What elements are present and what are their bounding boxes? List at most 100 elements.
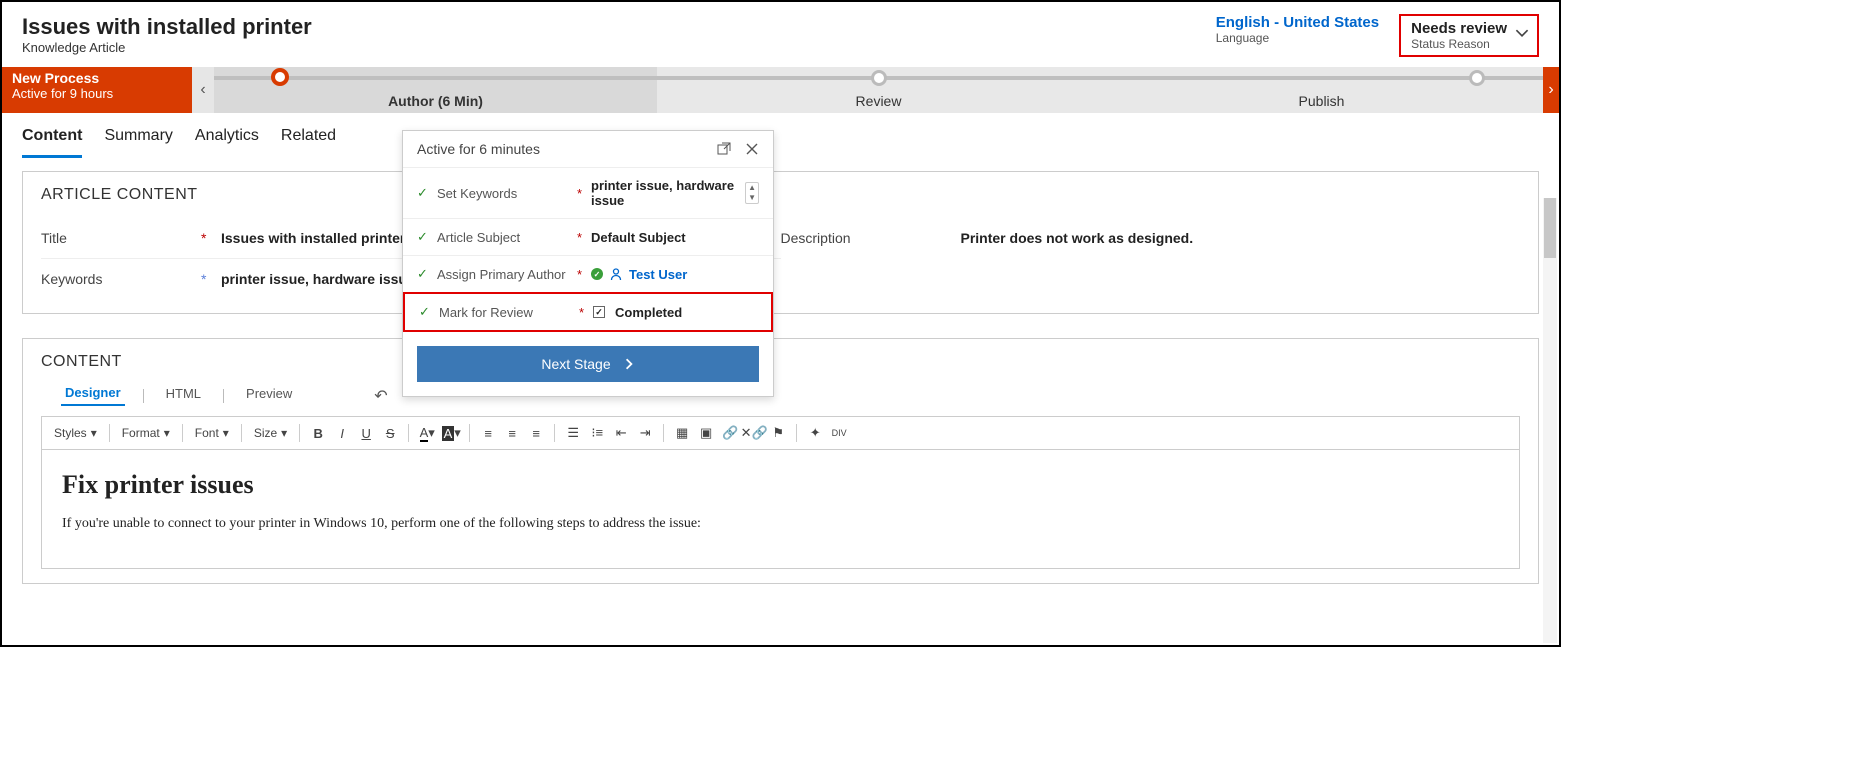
caret-down-icon: ▾ xyxy=(223,426,229,440)
content-section-heading: CONTENT xyxy=(41,353,1520,371)
title-value[interactable]: Issues with installed printer xyxy=(221,230,405,246)
language-field[interactable]: English - United States Language xyxy=(1216,14,1379,45)
subtab-preview[interactable]: Preview xyxy=(242,386,296,405)
underline-button[interactable]: U xyxy=(356,423,376,443)
tab-content[interactable]: Content xyxy=(22,123,82,158)
stage-flyout: Active for 6 minutes ✓ Set Keywords * pr… xyxy=(402,130,774,397)
user-link[interactable]: Test User xyxy=(629,267,687,282)
font-label: Font xyxy=(195,426,219,440)
status-value: Needs review xyxy=(1411,20,1507,37)
numbered-list-button[interactable]: ☰ xyxy=(563,423,583,443)
article-subject-value[interactable]: Default Subject xyxy=(591,230,759,245)
keywords-scroll[interactable]: ▲▼ xyxy=(745,182,759,204)
process-next-button[interactable]: › xyxy=(1543,67,1559,113)
page-title: Issues with installed printer xyxy=(22,14,312,40)
popout-icon[interactable] xyxy=(717,142,731,156)
caret-down-icon: ▾ xyxy=(91,426,97,440)
checkbox-icon[interactable]: ✓ xyxy=(593,306,605,318)
undo-button[interactable]: ↶ xyxy=(374,386,387,406)
required-icon: * xyxy=(201,230,211,246)
process-title: New Process xyxy=(12,70,182,86)
content-paragraph: If you're unable to connect to your prin… xyxy=(62,516,1499,532)
tab-summary[interactable]: Summary xyxy=(104,123,172,158)
size-label: Size xyxy=(254,426,277,440)
check-icon: ✓ xyxy=(417,229,429,245)
align-right-button[interactable]: ≡ xyxy=(526,423,546,443)
caret-down-icon: ▾ xyxy=(281,426,287,440)
font-dropdown[interactable]: Font ▾ xyxy=(191,424,233,442)
required-icon: * xyxy=(577,186,591,201)
description-label: Description xyxy=(781,230,941,246)
italic-button[interactable]: I xyxy=(332,423,352,443)
mark-review-value[interactable]: ✓ Completed xyxy=(593,305,757,320)
mark-review-label: Mark for Review xyxy=(439,305,579,320)
bold-button[interactable]: B xyxy=(308,423,328,443)
stage-marker-author xyxy=(271,68,289,86)
strike-button[interactable]: S xyxy=(380,423,400,443)
process-active-for: Active for 9 hours xyxy=(12,86,182,101)
outdent-button[interactable]: ⇤ xyxy=(611,423,631,443)
set-keywords-value[interactable]: printer issue, hardware issue ▲▼ xyxy=(591,178,759,208)
next-stage-button[interactable]: Next Stage xyxy=(417,346,759,382)
check-icon: ✓ xyxy=(419,304,431,320)
indent-button[interactable]: ⇥ xyxy=(635,423,655,443)
process-name-box[interactable]: New Process Active for 9 hours xyxy=(2,67,192,113)
text-color-button[interactable]: A▾ xyxy=(417,423,437,443)
language-value: English - United States xyxy=(1216,14,1379,31)
check-icon: ✓ xyxy=(417,185,429,201)
flag-button[interactable]: ⚑ xyxy=(768,423,788,443)
div-button[interactable]: DIV xyxy=(829,423,849,443)
mark-review-text: Completed xyxy=(615,305,682,320)
assign-author-label: Assign Primary Author xyxy=(437,267,577,282)
align-left-button[interactable]: ≡ xyxy=(478,423,498,443)
stage-author-label: Author (6 Min) xyxy=(214,93,657,109)
divider xyxy=(143,389,144,403)
scrollbar[interactable] xyxy=(1543,198,1557,643)
stage-marker-review xyxy=(871,70,887,86)
article-subject-label: Article Subject xyxy=(437,230,577,245)
keywords-value[interactable]: printer issue, hardware issue xyxy=(221,271,415,287)
process-prev-button[interactable]: ‹ xyxy=(192,67,214,113)
image-button[interactable]: ▣ xyxy=(696,423,716,443)
status-reason-field[interactable]: Needs review Status Reason xyxy=(1399,14,1539,57)
table-button[interactable]: ▦ xyxy=(672,423,692,443)
subtab-designer[interactable]: Designer xyxy=(61,385,125,406)
chevron-down-icon xyxy=(1515,26,1529,40)
unlink-button[interactable]: ✕🔗 xyxy=(744,423,764,443)
entity-type: Knowledge Article xyxy=(22,40,312,55)
styles-dropdown[interactable]: Styles ▾ xyxy=(50,424,101,442)
language-label: Language xyxy=(1216,31,1379,45)
content-heading: Fix printer issues xyxy=(62,470,1499,500)
keywords-label: Keywords xyxy=(41,271,201,287)
close-icon[interactable] xyxy=(745,142,759,156)
article-section-heading: ARTICLE CONTENT xyxy=(41,186,1520,204)
assign-author-value[interactable]: ✓ Test User xyxy=(591,267,759,282)
stage-publish-label: Publish xyxy=(1100,93,1543,109)
recommended-icon: * xyxy=(201,271,211,287)
highlight-button[interactable]: A▾ xyxy=(441,423,461,443)
size-dropdown[interactable]: Size ▾ xyxy=(250,424,291,442)
chevron-right-icon xyxy=(623,358,635,370)
format-dropdown[interactable]: Format ▾ xyxy=(118,424,174,442)
align-center-button[interactable]: ≡ xyxy=(502,423,522,443)
format-label: Format xyxy=(122,426,160,440)
presence-icon: ✓ xyxy=(591,268,603,280)
divider xyxy=(223,389,224,403)
tab-analytics[interactable]: Analytics xyxy=(195,123,259,158)
required-icon: * xyxy=(579,305,593,320)
caret-down-icon: ▾ xyxy=(164,426,170,440)
set-keywords-text: printer issue, hardware issue xyxy=(591,178,739,208)
description-value[interactable]: Printer does not work as designed. xyxy=(961,230,1194,246)
editor-body[interactable]: Fix printer issues If you're unable to c… xyxy=(41,449,1520,569)
scrollbar-thumb[interactable] xyxy=(1544,198,1556,258)
title-label: Title xyxy=(41,230,201,246)
tab-related[interactable]: Related xyxy=(281,123,336,158)
subtab-html[interactable]: HTML xyxy=(162,386,205,405)
sparkle-button[interactable]: ✦ xyxy=(805,423,825,443)
required-icon: * xyxy=(577,230,591,245)
styles-label: Styles xyxy=(54,426,87,440)
bullet-list-button[interactable]: ⁝≡ xyxy=(587,423,607,443)
check-icon: ✓ xyxy=(417,266,429,282)
popup-active-label: Active for 6 minutes xyxy=(417,141,540,157)
link-button[interactable]: 🔗 xyxy=(720,423,740,443)
